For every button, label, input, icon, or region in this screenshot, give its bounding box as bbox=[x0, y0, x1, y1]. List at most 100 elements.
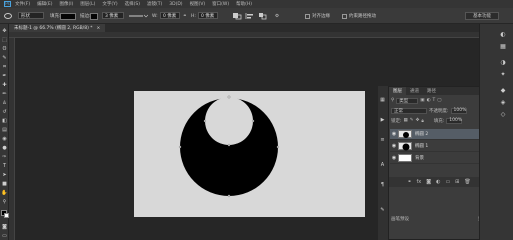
eye-icon[interactable]: ◉ bbox=[390, 155, 398, 161]
menu-view[interactable]: 视图(V) bbox=[190, 1, 206, 7]
tab-layers[interactable]: 图层 bbox=[389, 87, 406, 95]
path-alignment-icon[interactable] bbox=[245, 12, 255, 20]
lock-all-icon[interactable]: 🔒︎ bbox=[421, 118, 423, 124]
eyedropper-tool-icon[interactable]: ✒ bbox=[1, 72, 8, 79]
menu-help[interactable]: 帮助(H) bbox=[236, 1, 252, 7]
quick-mask-icon[interactable]: ◙ bbox=[1, 223, 8, 230]
layer-row-ellipse-2[interactable]: ◉ 椭圆 2 bbox=[390, 129, 488, 140]
history-brush-icon[interactable]: ↺ bbox=[1, 108, 8, 115]
layers-panel-icon[interactable]: ◆ bbox=[495, 86, 511, 94]
new-layer-icon[interactable]: ⊞ bbox=[455, 179, 459, 185]
anchor-point[interactable] bbox=[276, 145, 280, 149]
close-tab-icon[interactable]: × bbox=[97, 26, 101, 31]
filter-type-icon[interactable]: T bbox=[433, 98, 436, 103]
adjustment-layer-icon[interactable]: ◐ bbox=[436, 179, 440, 185]
layer-row-background[interactable]: ◉ 背景 🔒︎ bbox=[390, 153, 488, 164]
layer-name[interactable]: 椭圆 2 bbox=[415, 131, 428, 137]
dodge-tool-icon[interactable]: ● bbox=[1, 144, 8, 151]
anchor-point[interactable] bbox=[251, 119, 255, 123]
crop-tool-icon[interactable]: ⌗ bbox=[1, 63, 8, 70]
lock-transparency-icon[interactable]: ▦ bbox=[404, 118, 408, 123]
layer-name[interactable]: 背景 bbox=[415, 155, 424, 161]
height-field[interactable]: 0 像素 bbox=[198, 12, 218, 19]
menu-3d[interactable]: 3D(D) bbox=[169, 2, 182, 7]
layer-row-ellipse-1[interactable]: ◉ 椭圆 1 bbox=[390, 141, 488, 152]
menu-layer[interactable]: 图层(L) bbox=[80, 1, 95, 7]
kind-filter-select[interactable]: 类型 bbox=[396, 97, 419, 104]
zoom-tool-icon[interactable]: ⚲ bbox=[1, 198, 8, 205]
lasso-tool-icon[interactable]: ʘ bbox=[1, 45, 8, 52]
gradient-tool-icon[interactable]: ▤ bbox=[1, 126, 8, 133]
paths-panel-icon[interactable]: ◇ bbox=[495, 110, 511, 118]
type-tool-icon[interactable]: T bbox=[1, 162, 8, 169]
color-panel-icon[interactable]: ◐ bbox=[495, 30, 511, 38]
layer-name[interactable]: 椭圆 1 bbox=[415, 143, 428, 149]
anchor-point[interactable] bbox=[178, 145, 182, 149]
swatches-panel-icon[interactable]: ▦ bbox=[495, 42, 511, 50]
align-edges-box[interactable] bbox=[305, 13, 310, 19]
eye-icon[interactable]: ◉ bbox=[390, 143, 398, 149]
workspace-switcher[interactable]: 基本功能 bbox=[465, 12, 499, 20]
align-edges-checkbox[interactable]: 对齐边缘 bbox=[305, 12, 330, 20]
eye-icon[interactable]: ◉ bbox=[390, 131, 398, 137]
brush-tool-icon[interactable]: ✏ bbox=[1, 90, 8, 97]
blend-mode-select[interactable]: 正常 bbox=[391, 107, 427, 114]
pen-tool-icon[interactable]: ✑ bbox=[1, 153, 8, 160]
path-operations-icon[interactable] bbox=[232, 12, 242, 20]
menu-type[interactable]: 文字(Y) bbox=[102, 1, 117, 7]
actions-panel-icon[interactable]: ▶ bbox=[379, 116, 386, 123]
stamp-tool-icon[interactable]: ♙ bbox=[1, 99, 8, 106]
menu-edit[interactable]: 编辑(E) bbox=[37, 1, 52, 7]
history-panel-icon[interactable]: ▦ bbox=[379, 96, 386, 103]
shape-mode-select[interactable]: 形状 bbox=[18, 12, 44, 19]
horizontal-ruler[interactable] bbox=[9, 32, 479, 38]
new-group-icon[interactable]: ▭ bbox=[445, 179, 450, 185]
character-panel-icon[interactable]: A bbox=[379, 161, 386, 168]
adjustments-panel-icon[interactable]: ◑ bbox=[495, 58, 511, 66]
eraser-tool-icon[interactable]: ◧ bbox=[1, 117, 8, 124]
menu-window[interactable]: 窗口(W) bbox=[212, 1, 229, 7]
vertical-ruler[interactable] bbox=[9, 38, 15, 240]
path-arrangement-icon[interactable] bbox=[258, 12, 268, 20]
width-field[interactable]: 0 像素 bbox=[160, 12, 180, 19]
stroke-color-black[interactable] bbox=[90, 12, 98, 20]
anchor-point[interactable] bbox=[227, 194, 231, 198]
inner-circle-cutout[interactable] bbox=[205, 97, 253, 145]
lock-pixels-icon[interactable]: ✎ bbox=[410, 118, 414, 123]
hand-tool-icon[interactable]: ✋ bbox=[1, 189, 8, 196]
anchor-point[interactable] bbox=[227, 143, 231, 147]
menu-file[interactable]: 文件(F) bbox=[15, 1, 30, 7]
brush-panel-icon[interactable]: ✎ bbox=[379, 206, 386, 213]
move-tool-icon[interactable]: ✥ bbox=[1, 27, 8, 34]
filter-pixel-icon[interactable]: ▣ bbox=[420, 98, 424, 103]
fill-field[interactable]: 100% bbox=[446, 117, 463, 124]
filter-shape-icon[interactable]: ▢ bbox=[437, 98, 441, 103]
filter-adjust-icon[interactable]: ◐ bbox=[427, 98, 431, 103]
channels-panel-icon[interactable]: ◈ bbox=[495, 98, 511, 106]
shape-tool-icon[interactable]: ■ bbox=[1, 180, 8, 187]
link-icon[interactable]: ⚭ bbox=[183, 12, 187, 20]
stroke-size-field[interactable]: 3 像素 bbox=[102, 12, 124, 19]
fill-swatch[interactable] bbox=[60, 12, 76, 20]
fill-color-black[interactable] bbox=[60, 12, 76, 20]
add-mask-icon[interactable]: ◙ bbox=[426, 179, 431, 185]
path-select-tool-icon[interactable]: ➤ bbox=[1, 171, 8, 178]
menu-image[interactable]: 图像(I) bbox=[59, 1, 73, 7]
stroke-style-select[interactable] bbox=[128, 12, 148, 20]
gear-icon[interactable]: ⚙ bbox=[275, 12, 279, 20]
stroke-swatch[interactable] bbox=[90, 12, 98, 20]
menu-filter[interactable]: 滤镜(T) bbox=[147, 1, 162, 7]
anchor-point[interactable] bbox=[203, 119, 207, 123]
screen-mode-icon[interactable]: ▭ bbox=[1, 232, 8, 239]
document-tab[interactable]: 未标题-1 @ 66.7% (椭圆 2, RGB/8) * × bbox=[9, 24, 106, 32]
lock-position-icon[interactable]: ✥ bbox=[416, 118, 420, 123]
trash-icon[interactable]: 🗑︎ bbox=[464, 179, 470, 185]
quick-select-tool-icon[interactable]: ✎ bbox=[1, 54, 8, 61]
constrain-path-box[interactable] bbox=[342, 13, 347, 19]
styles-panel-icon[interactable]: ✦ bbox=[495, 70, 511, 78]
ellipse-tool-icon[interactable] bbox=[3, 12, 13, 20]
document-canvas[interactable] bbox=[134, 91, 365, 217]
marquee-tool-icon[interactable]: ⬚ bbox=[1, 36, 8, 43]
brush-presets-label[interactable]: 画笔预设 bbox=[391, 216, 409, 222]
blur-tool-icon[interactable]: ◉ bbox=[1, 135, 8, 142]
